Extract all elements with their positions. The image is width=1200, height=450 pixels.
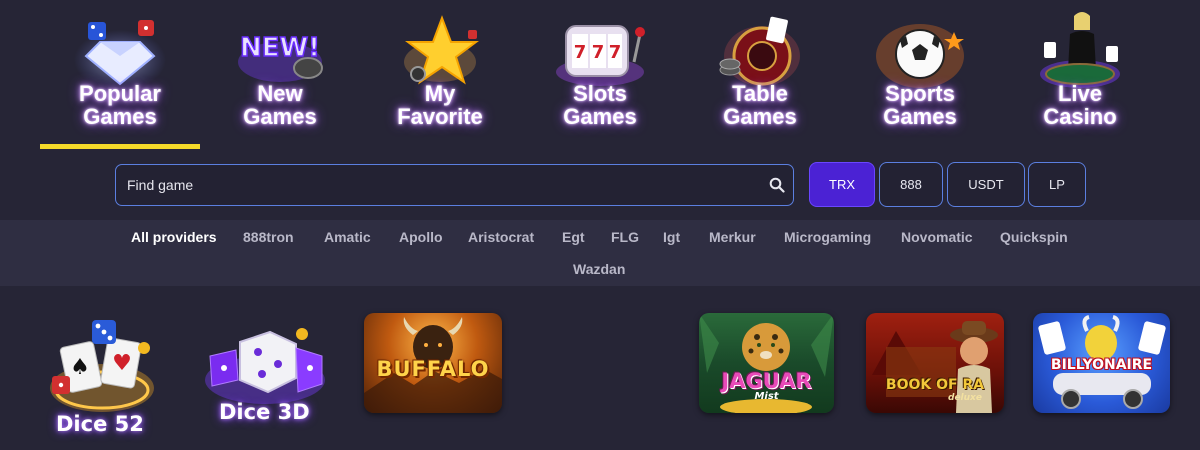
category-label-line1: My bbox=[424, 81, 456, 106]
dice-cards-icon: ♠ ♥ bbox=[50, 320, 154, 412]
soccer-ball-icon bbox=[876, 24, 964, 88]
game-thumbnail: BUFFALO bbox=[364, 313, 502, 413]
provider-novomatic[interactable]: Novomatic bbox=[901, 229, 973, 245]
game-billyonaire[interactable]: BILLYONAIRE bbox=[1033, 313, 1170, 413]
category-label-line1: New bbox=[257, 81, 303, 106]
currency-lp-button[interactable]: LP bbox=[1028, 162, 1086, 207]
category-label-line2: Games bbox=[883, 104, 957, 129]
category-label-line2: Games bbox=[723, 104, 797, 129]
category-label-line1: Live bbox=[1057, 81, 1103, 106]
svg-text:7: 7 bbox=[574, 42, 587, 63]
provider-amatic[interactable]: Amatic bbox=[324, 229, 371, 245]
svg-text:7: 7 bbox=[609, 42, 622, 63]
game-subtitle: Mist bbox=[754, 391, 779, 402]
currency-trx-button[interactable]: TRX bbox=[809, 162, 875, 207]
category-label-line2: Casino bbox=[1043, 104, 1117, 129]
game-title: BUFFALO bbox=[376, 357, 490, 381]
currency-888-button[interactable]: 888 bbox=[879, 162, 943, 207]
game-thumbnail: BOOK OF RA deluxe bbox=[866, 313, 1004, 413]
game-buffalo[interactable]: BUFFALO bbox=[364, 313, 502, 413]
game-thumbnail: JAGUAR Mist bbox=[699, 313, 834, 413]
provider-aristocrat[interactable]: Aristocrat bbox=[468, 229, 534, 245]
category-label-line1: Table bbox=[732, 81, 788, 106]
category-label-line1: Slots bbox=[573, 81, 627, 106]
category-new-games[interactable]: NEW! New Games bbox=[200, 0, 360, 150]
category-label-line1: Popular bbox=[79, 81, 161, 106]
provider-egt[interactable]: Egt bbox=[562, 229, 585, 245]
category-table-games[interactable]: Table Games bbox=[680, 0, 840, 150]
provider-wazdan[interactable]: Wazdan bbox=[573, 261, 625, 277]
provider-apollo[interactable]: Apollo bbox=[399, 229, 443, 245]
search-box bbox=[115, 164, 794, 206]
provider-quickspin[interactable]: Quickspin bbox=[1000, 229, 1068, 245]
game-label: Dice 3D bbox=[219, 400, 310, 424]
category-label-line2: Games bbox=[83, 104, 157, 129]
star-icon bbox=[404, 15, 479, 85]
currency-usdt-button[interactable]: USDT bbox=[947, 162, 1025, 207]
category-label-line2: Games bbox=[563, 104, 637, 129]
purple-dice-icon bbox=[205, 328, 325, 404]
category-live-casino[interactable]: Live Casino bbox=[1000, 0, 1160, 150]
game-dice-3d[interactable]: Dice 3D bbox=[195, 318, 335, 428]
provider-igt[interactable]: Igt bbox=[663, 229, 680, 245]
game-subtitle: deluxe bbox=[948, 393, 982, 403]
svg-text:7: 7 bbox=[592, 42, 605, 63]
game-title: BOOK OF RA bbox=[885, 377, 985, 393]
category-label-line1: Sports bbox=[885, 81, 955, 106]
slot-machine-icon: 7 7 7 bbox=[556, 25, 645, 86]
search-icon[interactable] bbox=[769, 177, 785, 193]
game-dice-52[interactable]: ♠ ♥ Dice 52 bbox=[30, 318, 170, 443]
category-slots-games[interactable]: 7 7 7 Slots Games bbox=[520, 0, 680, 150]
game-jaguar-mist[interactable]: JAGUAR Mist bbox=[699, 313, 834, 413]
provider-microgaming[interactable]: Microgaming bbox=[784, 229, 871, 245]
provider-all[interactable]: All providers bbox=[131, 229, 217, 245]
live-dealer-icon bbox=[1040, 12, 1120, 88]
game-label: Dice 52 bbox=[56, 412, 144, 436]
category-label-line2: Games bbox=[243, 104, 317, 129]
roulette-icon bbox=[719, 16, 800, 86]
search-input[interactable] bbox=[116, 165, 756, 205]
new-badge-icon: NEW! bbox=[238, 32, 323, 82]
active-category-underline bbox=[40, 144, 200, 149]
category-sports-games[interactable]: Sports Games bbox=[840, 0, 1000, 150]
game-title: BILLYONAIRE bbox=[1050, 357, 1153, 373]
game-title: JAGUAR bbox=[721, 369, 812, 393]
category-label-line2: Favorite bbox=[397, 104, 483, 129]
game-thumbnail: BILLYONAIRE bbox=[1033, 313, 1170, 413]
provider-flg[interactable]: FLG bbox=[611, 229, 639, 245]
category-my-favorite[interactable]: My Favorite bbox=[360, 0, 520, 150]
category-nav: Popular Games NEW! New Games My Favorite bbox=[0, 0, 1200, 150]
category-popular-games[interactable]: Popular Games bbox=[40, 0, 200, 150]
provider-888tron[interactable]: 888tron bbox=[243, 229, 294, 245]
svg-text:NEW!: NEW! bbox=[240, 33, 320, 63]
provider-filter-bar: All providers 888tron Amatic Apollo Aris… bbox=[0, 220, 1200, 286]
provider-merkur[interactable]: Merkur bbox=[709, 229, 756, 245]
svg-text:♠: ♠ bbox=[70, 355, 90, 380]
svg-text:♥: ♥ bbox=[112, 351, 132, 376]
diamond-dice-icon bbox=[74, 20, 166, 90]
game-book-of-ra[interactable]: BOOK OF RA deluxe bbox=[866, 313, 1004, 413]
